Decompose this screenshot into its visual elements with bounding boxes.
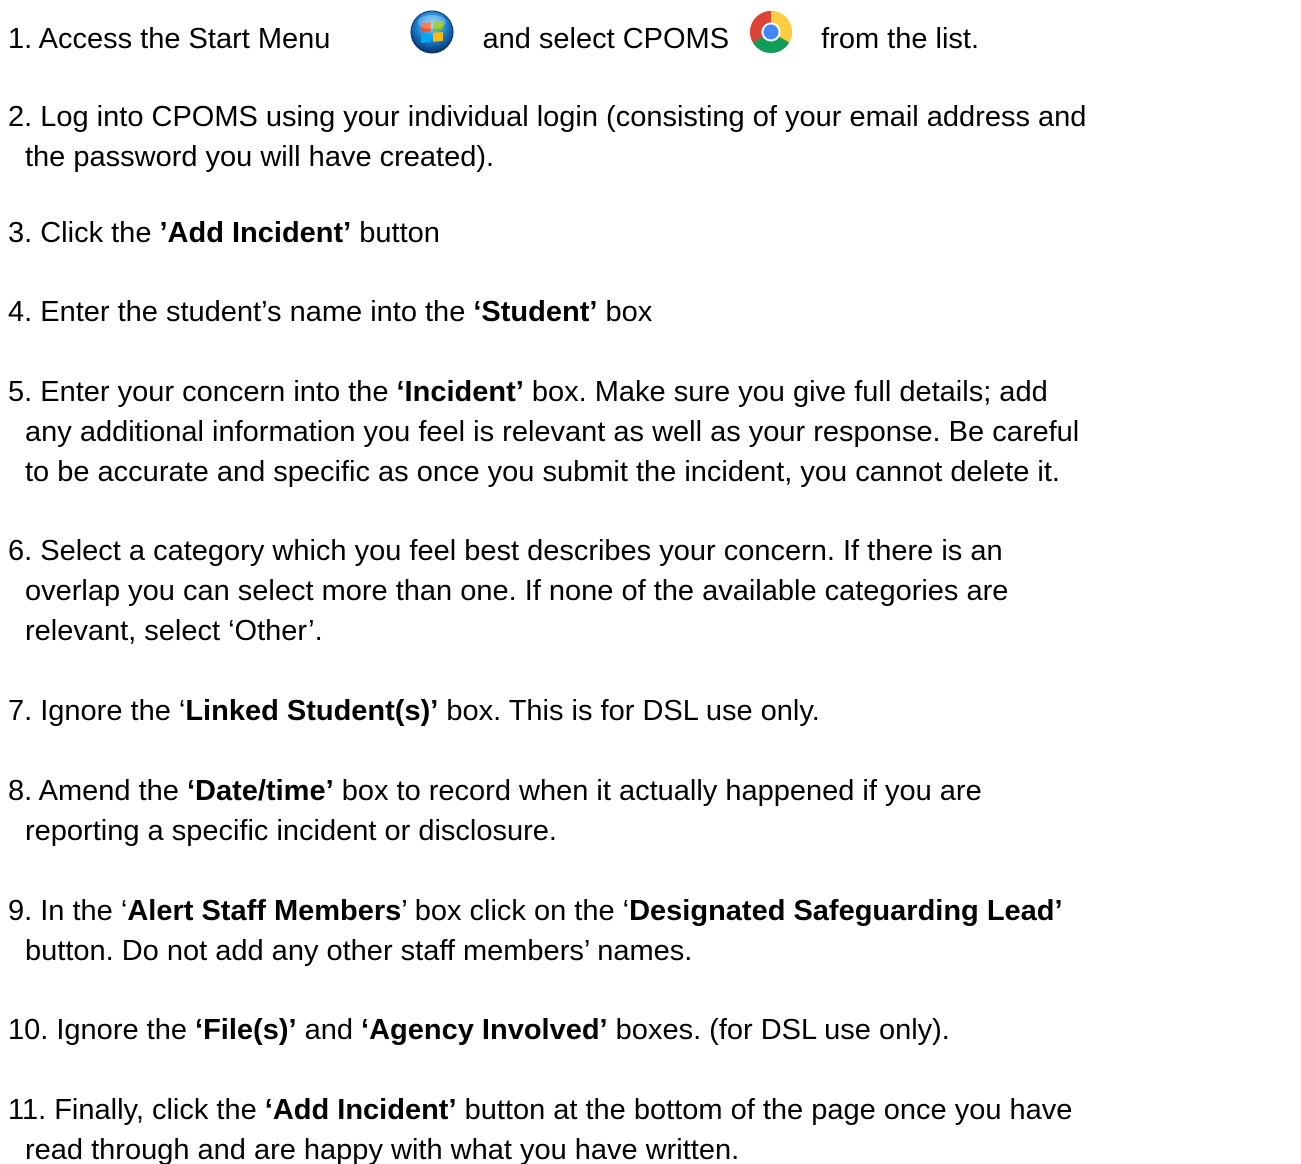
step-text: button at the bottom of the page once yo… <box>456 1094 1073 1126</box>
step-line: 8. Amend the ‘Date/time’ box to record w… <box>8 771 1298 811</box>
step-text: 11. Finally, click the <box>8 1094 265 1126</box>
step-text: to be accurate and specific as once you … <box>25 456 1060 488</box>
step-5: 5. Enter your concern into the ‘Incident… <box>8 372 1298 492</box>
step-10: 10. Ignore the ‘File(s)’ and ‘Agency Inv… <box>8 1010 1298 1050</box>
step-text: 1. Access the Start Menu <box>8 23 331 56</box>
step-line: 9. In the ‘Alert Staff Members’ box clic… <box>8 891 1298 931</box>
step-line: the password you will have created). <box>8 137 1298 177</box>
step-text: box <box>597 296 653 328</box>
step-text: overlap you can select more than one. If… <box>25 575 1009 607</box>
step-6: 6. Select a category which you feel best… <box>8 531 1298 651</box>
step-text: box. Make sure you give full details; ad… <box>523 376 1048 408</box>
chrome-icon <box>749 10 793 65</box>
step-text: 5. Enter your concern into the <box>8 376 397 408</box>
step-7: 7. Ignore the ‘Linked Student(s)’ box. T… <box>8 691 1298 731</box>
step-line: button. Do not add any other staff membe… <box>8 931 1298 971</box>
step-2: 2. Log into CPOMS using your individual … <box>8 97 1298 177</box>
step-text: 3. Click the <box>8 217 160 249</box>
step-line: read through and are happy with what you… <box>8 1130 1298 1164</box>
step-text: 10. Ignore the <box>8 1014 196 1046</box>
step-emphasis: ‘Add Incident’ <box>264 1094 457 1126</box>
step-line: relevant, select ‘Other’. <box>8 611 1298 651</box>
step-text: and select CPOMS <box>474 23 730 56</box>
step-emphasis: ‘Agency Involved’ <box>361 1014 608 1046</box>
step-text: 2. Log into CPOMS using your individual … <box>8 101 1087 133</box>
step-emphasis: ‘Student’ <box>473 296 598 328</box>
step-line: 6. Select a category which you feel best… <box>8 531 1298 571</box>
step-text: 4. Enter the student’s name into the <box>8 296 474 328</box>
step-text: reporting a specific incident or disclos… <box>25 815 557 847</box>
step-11: 11. Finally, click the ‘Add Incident’ bu… <box>8 1090 1298 1164</box>
step-line: 10. Ignore the ‘File(s)’ and ‘Agency Inv… <box>8 1010 1298 1050</box>
step-line: reporting a specific incident or disclos… <box>8 811 1298 851</box>
step-text: box to record when it actually happened … <box>333 775 982 807</box>
step-8: 8. Amend the ‘Date/time’ box to record w… <box>8 771 1298 851</box>
step-emphasis: Designated Safeguarding Lead’ <box>629 895 1063 927</box>
step-line: to be accurate and specific as once you … <box>8 452 1298 492</box>
step-line: 2. Log into CPOMS using your individual … <box>8 97 1298 137</box>
step-emphasis: Linked Student(s)’ <box>185 695 439 727</box>
step-line: 4. Enter the student’s name into the ‘St… <box>8 292 1298 332</box>
step-line: 7. Ignore the ‘Linked Student(s)’ box. T… <box>8 691 1298 731</box>
step-4: 4. Enter the student’s name into the ‘St… <box>8 292 1298 332</box>
step-line: 5. Enter your concern into the ‘Incident… <box>8 372 1298 412</box>
step-text: 7. Ignore the ‘ <box>8 695 186 727</box>
step-text: from the list. <box>813 23 980 56</box>
step-text: and <box>296 1014 362 1046</box>
step-text: boxes. (for DSL use only). <box>607 1014 950 1046</box>
step-text: the password you will have created). <box>25 141 495 173</box>
step-text: 8. Amend the <box>8 775 187 807</box>
step-emphasis: ‘Date/time’ <box>186 775 334 807</box>
step-1: 1. Access the Start Menu and select CPOM… <box>8 10 1298 68</box>
step-text: any additional information you feel is r… <box>25 416 1080 448</box>
step-text: read through and are happy with what you… <box>25 1134 740 1164</box>
windows-start-orb-icon <box>410 10 454 65</box>
step-line: 3. Click the ’Add Incident’ button <box>8 213 1298 253</box>
step-text: box. This is for DSL use only. <box>438 695 820 727</box>
step-text: 6. Select a category which you feel best… <box>8 535 1003 567</box>
step-3: 3. Click the ’Add Incident’ button <box>8 213 1298 253</box>
step-line: any additional information you feel is r… <box>8 412 1298 452</box>
step-text: button <box>351 217 440 249</box>
step-emphasis: ’Add Incident’ <box>159 217 352 249</box>
step-emphasis: ‘Incident’ <box>396 376 524 408</box>
step-text: 9. In the ‘ <box>8 895 128 927</box>
step-9: 9. In the ‘Alert Staff Members’ box clic… <box>8 891 1298 971</box>
step-line: overlap you can select more than one. If… <box>8 571 1298 611</box>
step-emphasis: ‘File(s)’ <box>195 1014 297 1046</box>
step-emphasis: Alert Staff Members <box>127 895 402 927</box>
step-line: 11. Finally, click the ‘Add Incident’ bu… <box>8 1090 1298 1130</box>
step-text: button. Do not add any other staff membe… <box>25 935 693 967</box>
step-text: ’ box click on the ‘ <box>401 895 630 927</box>
step-text: relevant, select ‘Other’. <box>25 615 323 647</box>
